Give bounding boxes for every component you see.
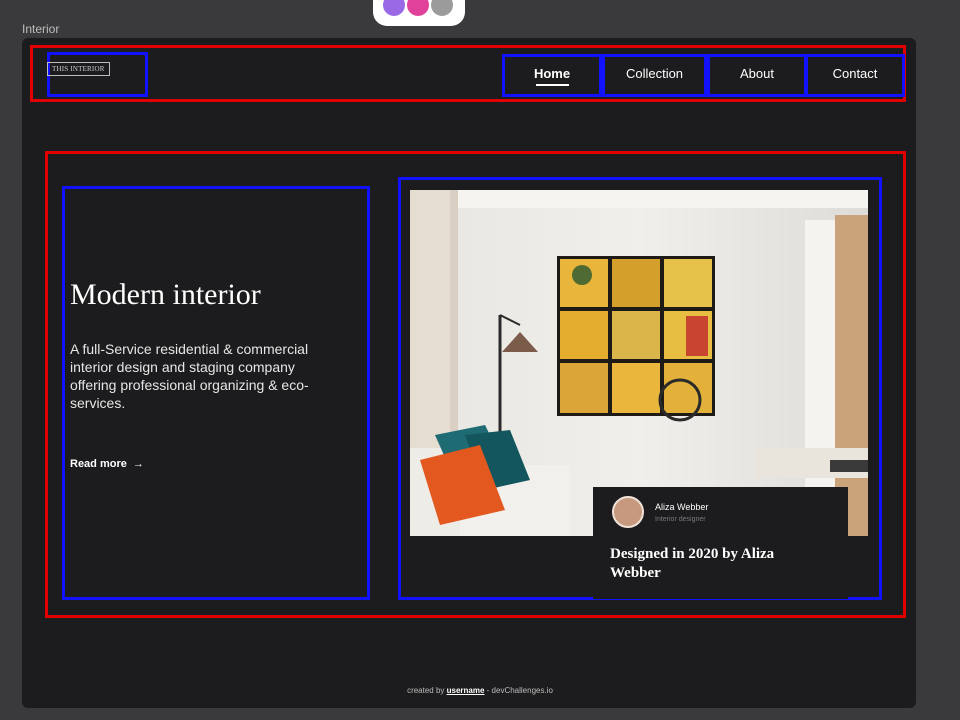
- window-title: Interior: [22, 22, 60, 36]
- nav-item-contact[interactable]: Contact: [805, 66, 905, 81]
- nav-item-collection[interactable]: Collection: [602, 66, 707, 81]
- window-control-gray[interactable]: [431, 0, 453, 16]
- window-control-pink[interactable]: [407, 0, 429, 16]
- avatar: [612, 496, 644, 528]
- hero-title: Modern interior: [70, 278, 261, 311]
- nav-active-underline: [536, 84, 569, 86]
- footer-username-link[interactable]: username: [447, 686, 485, 695]
- caption-title: Designed in 2020 by Aliza Webber: [610, 546, 775, 581]
- author-name: Aliza Webber: [655, 502, 709, 512]
- hero-interior-image: [410, 190, 868, 536]
- nav-item-about[interactable]: About: [707, 66, 807, 81]
- author-role: Interior designer: [655, 516, 706, 523]
- hero-description: A full-Service residential & commercial …: [70, 341, 309, 411]
- footer-prefix: created by: [407, 686, 447, 695]
- read-more-link[interactable]: Read more →: [70, 458, 144, 470]
- arrow-right-icon: →: [132, 458, 144, 470]
- nav-item-home[interactable]: Home: [502, 66, 602, 81]
- window-controls: [373, 0, 465, 26]
- footer: created by username - devChallenges.io: [0, 686, 960, 695]
- read-more-label: Read more: [70, 458, 127, 470]
- site-logo[interactable]: THIS INTERIOR: [47, 62, 110, 76]
- window-control-purple[interactable]: [383, 0, 405, 16]
- footer-suffix: - devChallenges.io: [484, 686, 553, 695]
